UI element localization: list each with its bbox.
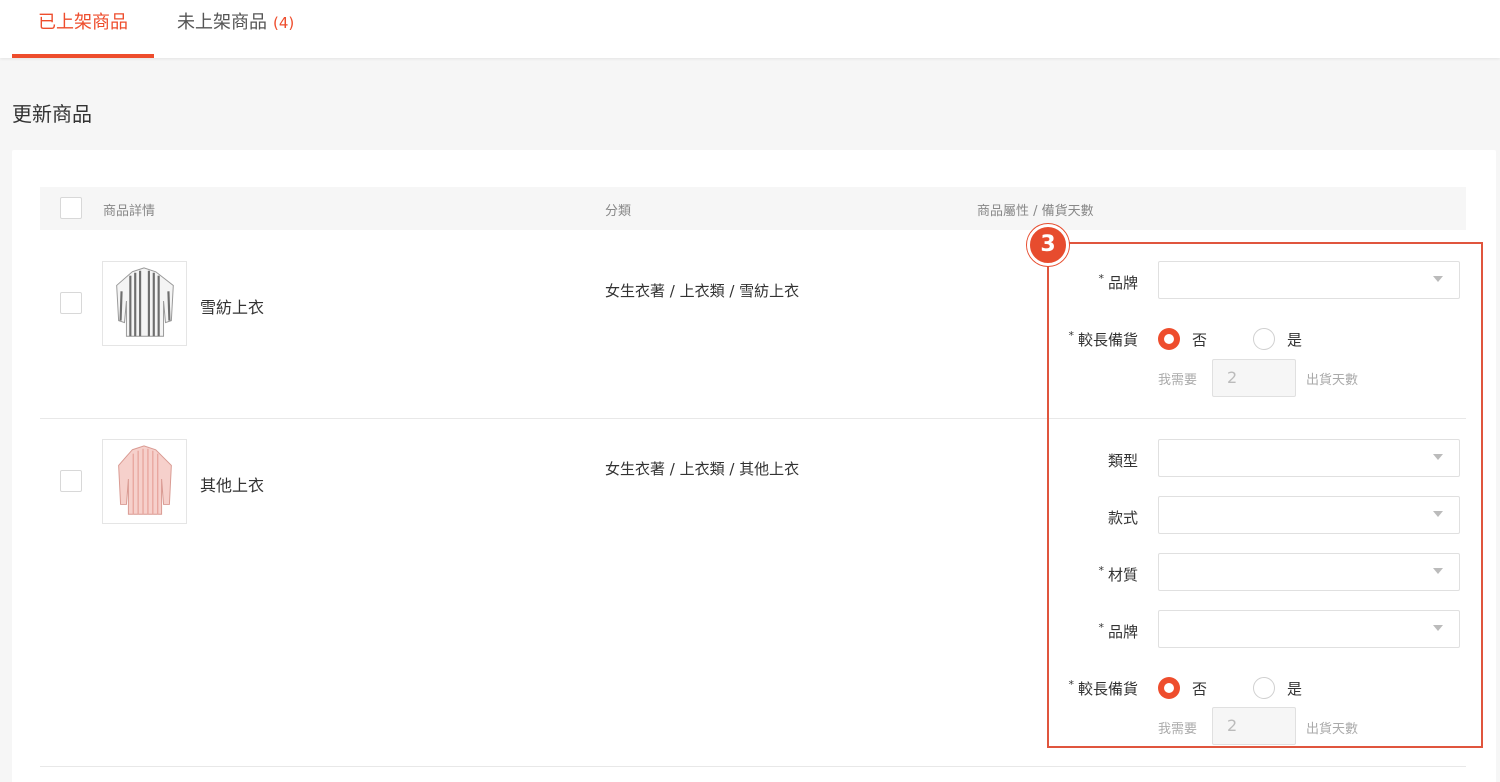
select-all-checkbox[interactable] (60, 197, 82, 219)
radio-yes-label: 是 (1287, 331, 1303, 349)
row-checkbox[interactable] (60, 470, 82, 492)
days-suffix: 出貨天數 (1306, 722, 1359, 737)
style-select[interactable] (1158, 496, 1460, 534)
brand-select[interactable] (1158, 610, 1460, 648)
header-category: 分類 (605, 204, 632, 219)
material-select[interactable] (1158, 553, 1460, 591)
radio-yes[interactable] (1253, 677, 1275, 699)
field-label-material: * 材質 (1098, 564, 1138, 584)
product-thumbnail (102, 261, 187, 346)
radio-no[interactable] (1158, 328, 1180, 350)
attributes-highlight-box (1047, 242, 1483, 748)
product-category: 女生衣著 / 上衣類 / 雪紡上衣 (605, 282, 800, 300)
field-label-style: 款式 (1107, 509, 1138, 527)
field-label-brand: * 品牌 (1098, 621, 1138, 641)
days-suffix: 出貨天數 (1306, 373, 1359, 388)
type-select[interactable] (1158, 439, 1460, 477)
page-title: 更新商品 (12, 102, 92, 126)
field-label-long-stock: * 較長備貨 (1068, 329, 1138, 349)
need-text: 我需要 (1158, 722, 1198, 737)
chevron-down-icon (1433, 276, 1443, 282)
radio-no[interactable] (1158, 677, 1180, 699)
product-category: 女生衣著 / 上衣類 / 其他上衣 (605, 460, 800, 478)
field-label-type: 類型 (1107, 452, 1138, 470)
pink-shirt-icon (118, 445, 172, 515)
radio-yes-label: 是 (1287, 680, 1303, 698)
chevron-down-icon (1433, 625, 1443, 631)
product-name: 雪紡上衣 (200, 298, 265, 317)
radio-no-label: 否 (1192, 331, 1208, 349)
radio-yes[interactable] (1253, 328, 1275, 350)
tab-unlisted-products[interactable]: 未上架商品 (4) (177, 0, 294, 58)
need-text: 我需要 (1158, 373, 1198, 388)
tab-bar: 已上架商品 未上架商品 (4) (0, 0, 1500, 58)
radio-no-label: 否 (1192, 680, 1208, 698)
days-input[interactable]: 2 (1212, 359, 1296, 397)
chevron-down-icon (1433, 511, 1443, 517)
row-checkbox[interactable] (60, 292, 82, 314)
product-name: 其他上衣 (200, 476, 265, 495)
field-label-brand: * 品牌 (1098, 272, 1138, 292)
product-thumbnail (102, 439, 187, 524)
chevron-down-icon (1433, 454, 1443, 460)
table-header (40, 187, 1466, 230)
tab-listed-products[interactable]: 已上架商品 (12, 0, 154, 58)
field-label-long-stock: * 較長備貨 (1068, 678, 1138, 698)
days-input[interactable]: 2 (1212, 707, 1296, 745)
row-divider (40, 766, 1466, 767)
header-attributes: 商品屬性 / 備貨天數 (977, 204, 1094, 219)
brand-select[interactable] (1158, 261, 1460, 299)
step-badge: 3 (1027, 224, 1069, 266)
striped-shirt-icon (116, 267, 174, 337)
chevron-down-icon (1433, 568, 1443, 574)
header-product-details: 商品詳情 (103, 204, 156, 219)
tab-unlisted-label: 未上架商品 (177, 12, 267, 33)
tab-unlisted-count: (4) (273, 14, 295, 32)
